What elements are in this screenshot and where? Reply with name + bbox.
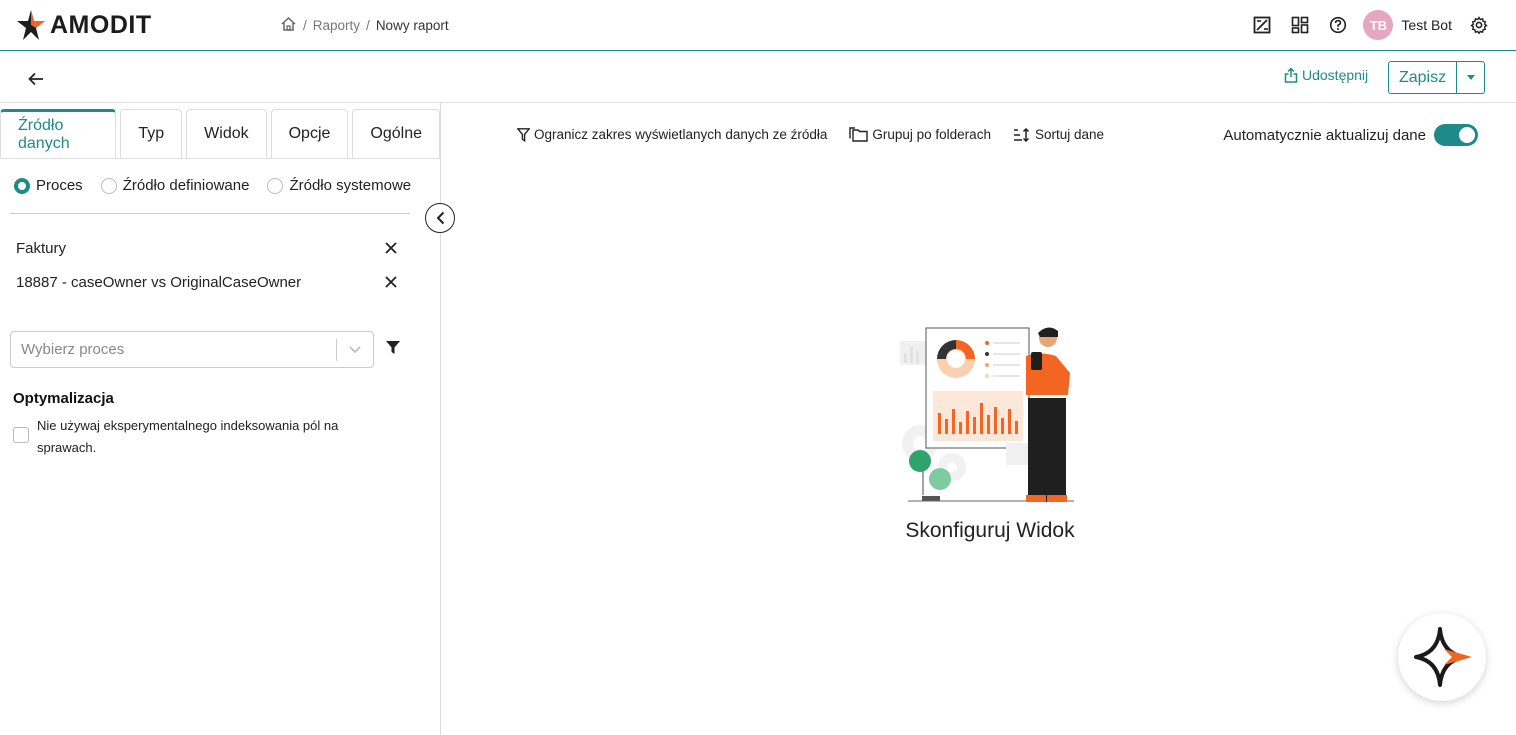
top-right-controls: TB Test Bot [1239,10,1494,40]
ai-assistant-button[interactable] [1398,613,1486,701]
radio-unchecked-icon [267,177,284,194]
home-icon[interactable] [280,16,297,35]
config-tabs: Źródło danych Typ Widok Opcje Ogólne [0,109,440,158]
auto-update-toggle[interactable] [1434,124,1478,146]
breadcrumb-separator: / [303,18,307,33]
sort-icon [1013,127,1029,142]
selected-source-label: 18887 - caseOwner vs OriginalCaseOwner [16,273,302,291]
data-toolbar: Ogranicz zakres wyświetlanych danych ze … [517,127,1104,142]
chevron-left-icon [436,211,444,225]
auto-update-control: Automatycznie aktualizuj dane [1223,124,1478,146]
breadcrumb-separator: / [366,18,370,33]
save-button-group: Zapisz [1388,61,1485,94]
no-index-checkbox-label[interactable]: Nie używaj eksperymentalnego indeksowani… [37,415,363,459]
image-edit-icon[interactable] [1247,10,1277,40]
tab-zrodlo-danych[interactable]: Źródło danych [0,109,117,158]
breadcrumb: / Raporty / Nowy raport [280,16,449,35]
save-options-dropdown[interactable] [1457,62,1484,93]
auto-update-label: Automatycznie aktualizuj dane [1223,126,1426,144]
save-button[interactable]: Zapisz [1389,62,1457,93]
app-name: AMODIT [50,10,152,39]
tab-typ[interactable]: Typ [120,109,183,158]
process-select-placeholder: Wybierz proces [21,341,125,358]
limit-data-scope-button[interactable]: Ogranicz zakres wyświetlanych danych ze … [517,127,827,142]
report-preview-area: Ogranicz zakres wyświetlanych danych ze … [441,103,1516,735]
sort-data-button[interactable]: Sortuj dane [1013,127,1104,142]
top-bar: AMODIT / Raporty / Nowy raport TB Test B… [0,0,1516,51]
breadcrumb-current: Nowy raport [375,18,449,33]
filter-icon[interactable] [386,341,402,357]
help-icon[interactable] [1323,10,1353,40]
action-bar: Udostępnij Zapisz [0,51,1516,103]
selected-source-item: 18887 - caseOwner vs OriginalCaseOwner [16,273,400,291]
optimization-option: Nie używaj eksperymentalnego indeksowani… [13,415,363,459]
remove-close-icon[interactable] [382,239,400,257]
collapse-panel-button[interactable] [425,203,455,233]
group-by-folders-label: Grupuj po folderach [872,127,991,142]
source-type-radio-group: Proces Źródło definiowane Źródło systemo… [14,177,411,194]
no-index-checkbox[interactable] [13,427,29,443]
user-name[interactable]: Test Bot [1401,17,1452,33]
radio-checked-icon [14,177,30,194]
amodit-star-icon [17,10,45,40]
limit-data-scope-label: Ogranicz zakres wyświetlanych danych ze … [534,127,828,142]
radio-unchecked-icon [100,177,117,194]
caret-down-icon [1466,75,1475,80]
selected-source-label: Faktury [16,239,67,257]
share-label: Udostępnij [1302,67,1369,83]
left-config-panel: Źródło danych Typ Widok Opcje Ogólne Pro… [0,103,441,735]
user-avatar[interactable]: TB [1363,10,1394,40]
selected-source-item: Faktury [16,239,400,257]
optimization-title: Optymalizacja [13,390,114,407]
breadcrumb-raporty[interactable]: Raporty [313,18,360,33]
radio-zrodlo-systemowe[interactable]: Źródło systemowe [267,177,411,194]
app-logo[interactable]: AMODIT [16,9,152,41]
section-divider [10,213,410,214]
dashboard-icon[interactable] [1285,10,1315,40]
filter-outline-icon [517,127,530,142]
tab-opcje[interactable]: Opcje [270,109,349,158]
empty-state-title: Skonfiguruj Widok [905,519,1075,542]
folders-icon [849,127,869,142]
radio-proces[interactable]: Proces [14,177,83,194]
radio-proces-label: Proces [36,177,83,194]
tabs-divider [0,158,440,159]
share-button[interactable]: Udostępnij [1284,67,1368,83]
group-by-folders-button[interactable]: Grupuj po folderach [849,127,991,142]
tab-ogolne[interactable]: Ogólne [352,109,440,158]
tab-widok[interactable]: Widok [186,109,267,158]
process-select[interactable]: Wybierz proces [10,331,374,368]
radio-zrodlo-definiowane-label: Źródło definiowane [122,177,250,194]
settings-gear-icon[interactable] [1464,10,1494,40]
share-icon [1284,67,1298,83]
remove-close-icon[interactable] [382,273,400,291]
radio-zrodlo-systemowe-label: Źródło systemowe [289,177,412,194]
sort-data-label: Sortuj dane [1034,127,1105,142]
chevron-down-icon[interactable] [337,346,373,353]
empty-report-illustration [900,327,1074,502]
back-arrow-icon[interactable] [24,67,48,91]
radio-zrodlo-definiowane[interactable]: Źródło definiowane [100,177,250,194]
sparkle-star-icon [1414,627,1472,687]
